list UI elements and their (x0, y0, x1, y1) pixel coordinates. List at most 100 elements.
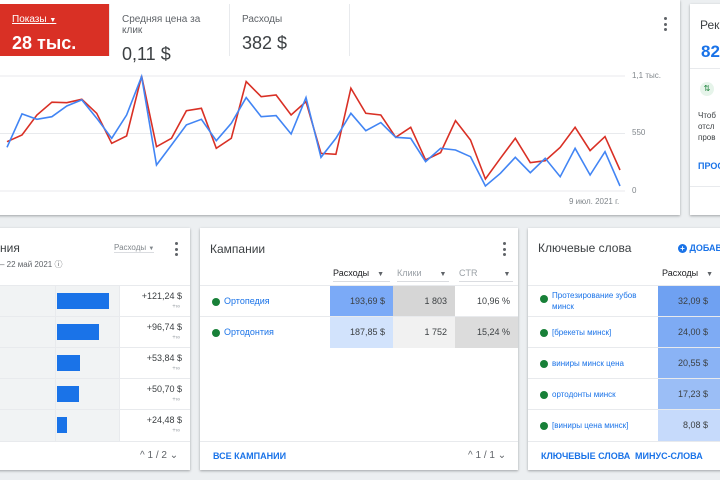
card-menu-icon[interactable] (503, 242, 507, 256)
dropdown-icon: ▼ (439, 271, 447, 278)
campaigns-card: Кампании Расходы ▼ Клики ▼ CTR ▼ Ортопедия … (200, 228, 518, 470)
list-item[interactable]: +53,84 $ +∞ (0, 347, 190, 379)
y-tick-label: 0 (632, 186, 637, 195)
line-chart (0, 73, 625, 192)
list-item[interactable]: +121,24 $ +∞ (0, 285, 190, 317)
cost-cell: 32,09 $ (658, 286, 720, 317)
reco-text: Чтоб отсл пров (698, 110, 716, 143)
bar-cell (55, 286, 120, 317)
keyword-link[interactable]: [виниры цена минск] (552, 420, 652, 431)
next-page-icon[interactable]: ⌄ (498, 450, 506, 461)
cost-cell: 20,55 $ (658, 348, 720, 379)
change-bar (57, 324, 99, 340)
keyword-link[interactable]: Протезирование зубов минск (552, 290, 652, 312)
add-keywords-button[interactable]: + ДОБАВ (678, 243, 720, 253)
dropdown-icon: ▼ (503, 271, 511, 278)
column-header-clicks[interactable]: Клики ▼ (397, 268, 449, 282)
column-label: Расходы (662, 268, 699, 278)
reco-text-line: отсл (698, 122, 715, 131)
column-header-cost[interactable]: Расходы ▼ (662, 268, 720, 281)
column-label: Клики (397, 268, 422, 278)
table-row: ортодонты минск 17,23 $ (528, 378, 720, 410)
date-range-text: – 22 май 2021 (0, 260, 53, 269)
change-bar (57, 386, 79, 402)
status-enabled-icon (212, 298, 220, 306)
change-bar (57, 293, 109, 309)
prev-page-icon[interactable]: ^ (468, 450, 473, 461)
change-value: +50,70 $ (146, 384, 182, 394)
divider (200, 441, 518, 442)
cost-cell: 193,69 $ (330, 286, 393, 317)
table-row: Ортопедия 193,69 $ 1 803 10,96 % (200, 285, 518, 317)
divider (690, 68, 720, 69)
divider (690, 186, 720, 187)
add-icon: + (678, 244, 687, 253)
x-end-label: 9 июл. 2021 г. (569, 197, 620, 206)
list-item[interactable]: +24,48 $ +∞ (0, 409, 190, 441)
change-value: +24,48 $ (146, 415, 182, 425)
column-header-ctr[interactable]: CTR ▼ (459, 268, 513, 282)
cost-cell: 24,00 $ (658, 317, 720, 348)
keyword-link[interactable]: [брекеты минск] (552, 327, 652, 338)
changes-card: ния – 22 май 2021 ⓘ Расходы ▼ +121,24 $ … (0, 228, 190, 470)
bar-cell (55, 379, 120, 410)
trend-icon: ⇅ (700, 82, 714, 96)
infinity-label: +∞ (172, 366, 180, 372)
bar-cell (55, 348, 120, 379)
y-tick-label: 550 (632, 128, 646, 137)
campaign-link[interactable]: Ортодонтия (224, 327, 274, 337)
clicks-cell: 1 803 (393, 286, 455, 317)
divider (0, 441, 190, 442)
change-bar (57, 417, 67, 433)
negative-keywords-button[interactable]: МИНУС-СЛОВА (635, 451, 703, 461)
all-campaigns-button[interactable]: ВСЕ КАМПАНИИ (213, 451, 286, 461)
status-enabled-icon (540, 295, 548, 303)
cost-cell: 187,85 $ (330, 317, 393, 348)
row-label-area (0, 410, 55, 441)
keyword-link[interactable]: виниры минск цена (552, 358, 652, 369)
change-bar (57, 355, 80, 371)
list-item[interactable]: +50,70 $ +∞ (0, 378, 190, 410)
view-reco-link[interactable]: ПРОС (698, 161, 720, 171)
metric-dropdown[interactable]: Расходы ▼ (114, 243, 155, 253)
dropdown-icon: ▼ (148, 246, 155, 252)
prev-page-icon[interactable]: ^ (140, 450, 145, 461)
keyword-link[interactable]: ортодонты минск (552, 389, 652, 400)
row-label-area (0, 286, 55, 317)
table-row: Протезирование зубов минск 32,09 $ (528, 285, 720, 317)
keywords-card: Ключевые слова + ДОБАВ Расходы ▼ Протезир… (528, 228, 720, 470)
list-item[interactable]: +96,74 $ +∞ (0, 316, 190, 348)
card-title: Кампании (210, 242, 266, 256)
infinity-label: +∞ (172, 397, 180, 403)
table-row: [брекеты минск] 24,00 $ (528, 316, 720, 348)
keywords-button[interactable]: КЛЮЧЕВЫЕ СЛОВА (541, 451, 630, 461)
bar-cell (55, 410, 120, 441)
metric-dropdown-label: Расходы (114, 243, 147, 252)
cost-cell: 8,08 $ (658, 410, 720, 441)
change-value: +96,74 $ (146, 322, 182, 332)
card-title: ния (0, 241, 20, 255)
reco-text-line: пров (698, 133, 716, 142)
campaign-link[interactable]: Ортопедия (224, 296, 270, 306)
add-label: ДОБАВ (689, 243, 720, 253)
card-title: Ключевые слова (538, 241, 632, 255)
pager: ^ 1 / 2 ⌄ (140, 450, 178, 461)
page-indicator: 1 / 2 (147, 450, 167, 461)
page-indicator: 1 / 1 (475, 450, 495, 461)
infinity-label: +∞ (172, 304, 180, 310)
optimization-score: 82, (701, 42, 720, 61)
pager: ^ 1 / 1 ⌄ (468, 450, 506, 461)
row-label-area (0, 317, 55, 348)
date-range: – 22 май 2021 ⓘ (0, 259, 62, 270)
next-page-icon[interactable]: ⌄ (170, 450, 178, 461)
card-menu-icon[interactable] (175, 242, 179, 256)
row-label-area (0, 348, 55, 379)
ctr-cell: 10,96 % (455, 286, 518, 317)
info-icon[interactable]: ⓘ (54, 260, 62, 269)
series-line-blue (6, 73, 621, 188)
reco-text-line: Чтоб (698, 111, 716, 120)
status-enabled-icon (540, 360, 548, 368)
table-row: виниры минск цена 20,55 $ (528, 347, 720, 379)
column-header-cost[interactable]: Расходы ▼ (333, 268, 390, 282)
y-tick-label: 1,1 тыс. (632, 71, 661, 80)
